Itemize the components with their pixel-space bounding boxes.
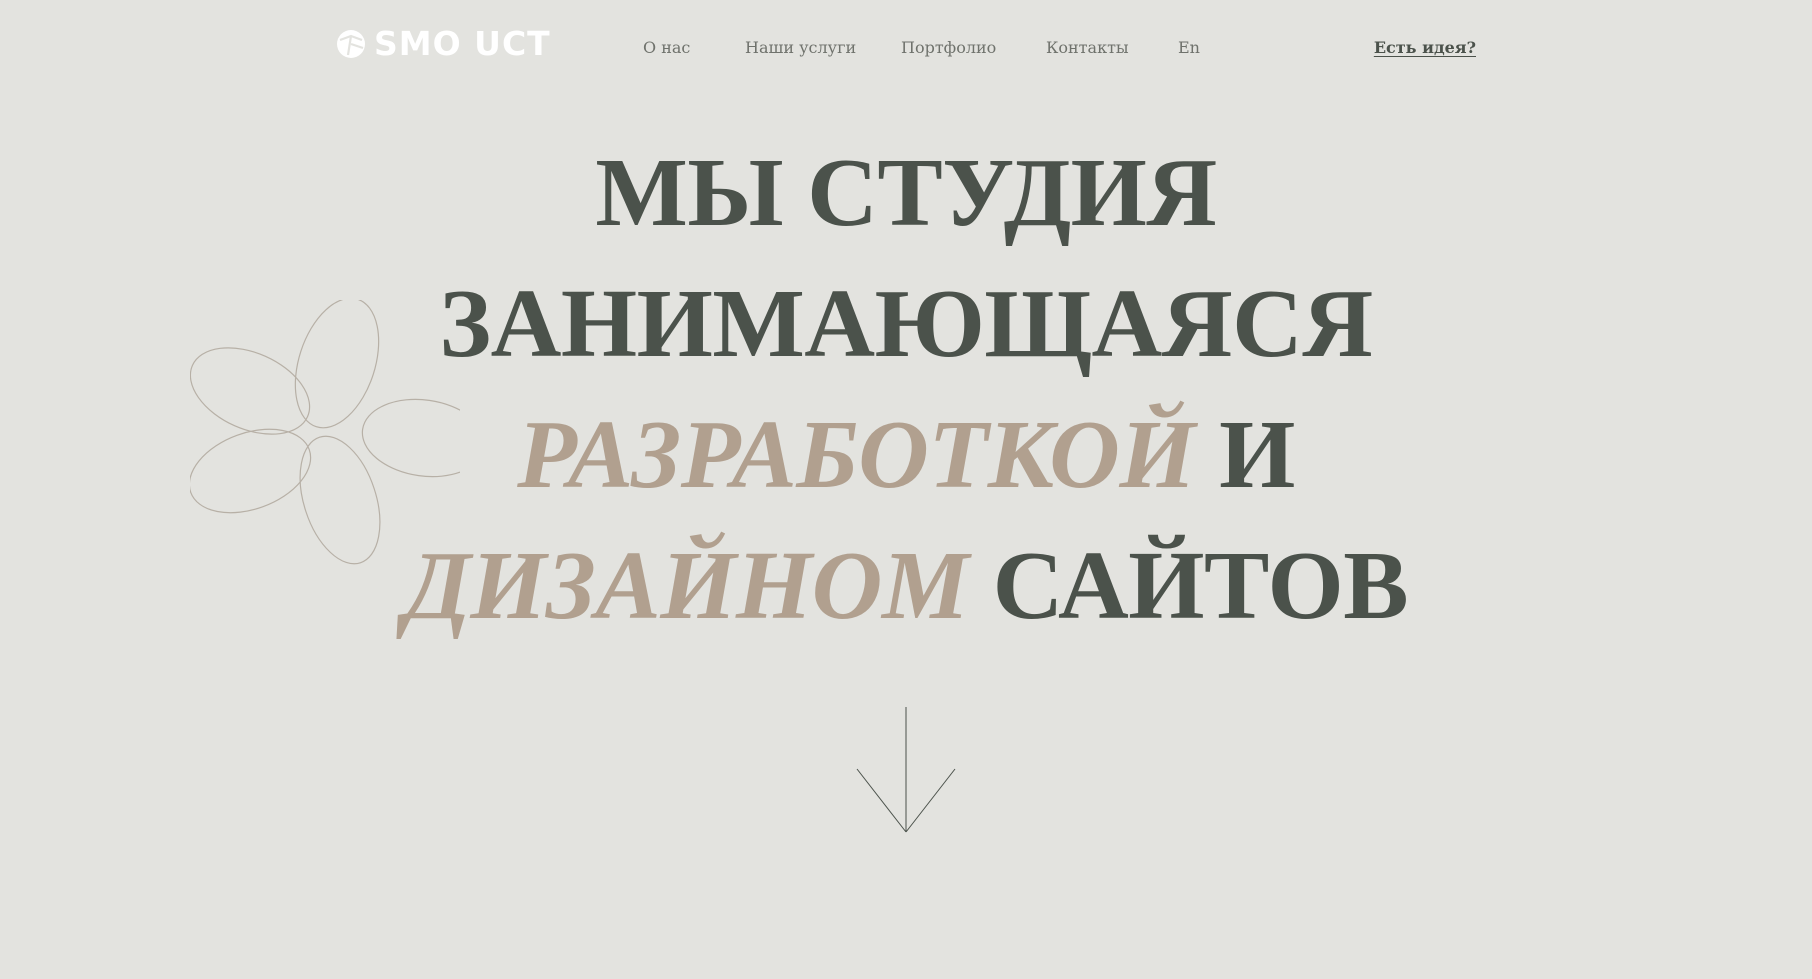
logo-mark-icon <box>337 30 365 58</box>
hero-websites: САЙТОВ <box>992 532 1409 640</box>
hero-accent-development: РАЗРАБОТКОЙ <box>517 401 1196 509</box>
logo[interactable]: SMO UCT <box>336 27 551 61</box>
nav-item-about[interactable]: О нас <box>643 36 690 60</box>
logo-text: SMO UCT <box>374 24 551 63</box>
language-switch[interactable]: En <box>1178 36 1200 60</box>
hero-headline: МЫ СТУДИЯ ЗАНИМАЮЩАЯСЯ РАЗРАБОТКОЙ И ДИЗ… <box>0 128 1812 652</box>
hero-line-3: РАЗРАБОТКОЙ И <box>0 390 1812 521</box>
arrow-down-icon[interactable] <box>856 706 956 834</box>
hero-conjunction: И <box>1219 401 1295 509</box>
hero-line-2: ЗАНИМАЮЩАЯСЯ <box>439 270 1373 378</box>
idea-cta-link[interactable]: Есть идея? <box>1374 36 1476 60</box>
nav-item-portfolio[interactable]: Портфолио <box>901 36 996 60</box>
hero-line-4: ДИЗАЙНОМ САЙТОВ <box>0 521 1812 652</box>
nav-item-services[interactable]: Наши услуги <box>745 36 856 60</box>
nav-item-contacts[interactable]: Контакты <box>1046 36 1129 60</box>
hero-line-1: МЫ СТУДИЯ <box>595 139 1217 247</box>
hero-accent-design: ДИЗАЙНОМ <box>403 532 969 640</box>
